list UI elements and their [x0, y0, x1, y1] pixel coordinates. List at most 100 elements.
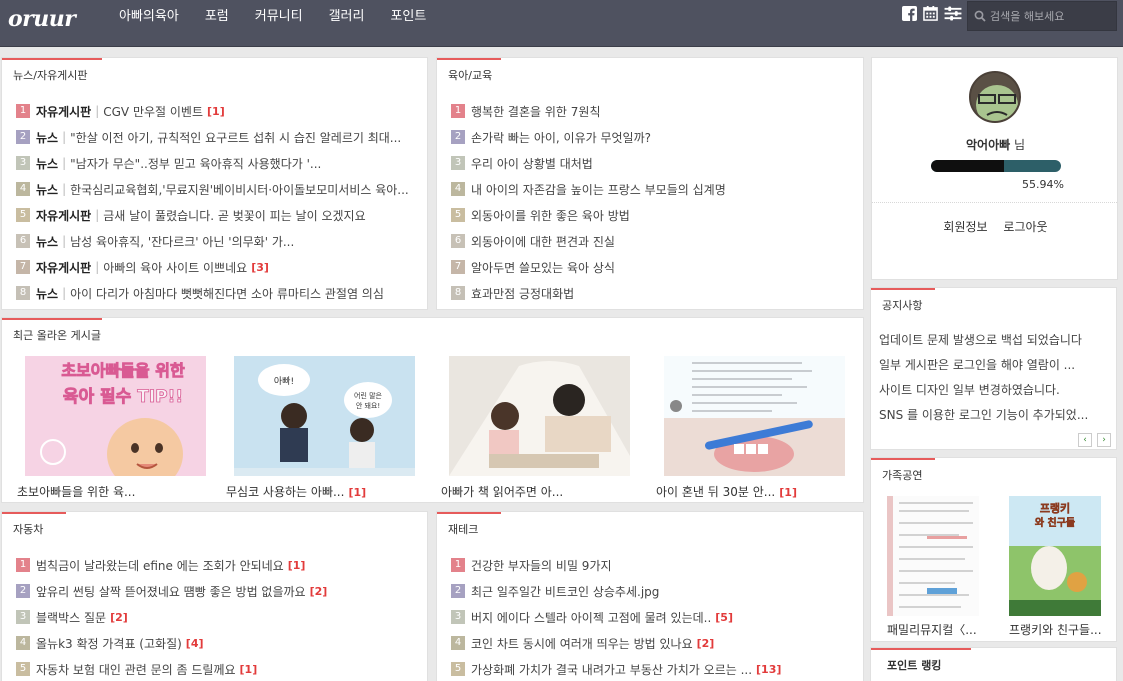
list-item[interactable]: SNS 를 이용한 로그인 기능이 추가되었...	[879, 403, 1108, 428]
rank-number: 2	[451, 130, 465, 144]
notice-next-button[interactable]: ›	[1097, 433, 1111, 447]
list-item[interactable]: 3 블랙박스 질문 [2]	[16, 604, 417, 630]
rank-number: 8	[16, 286, 30, 300]
list-item[interactable]: 2 손가락 빠는 아이, 이유가 무엇일까?	[451, 124, 853, 150]
post-title: 내 아이의 자존감을 높이는 프랑스 부모들의 십계명	[471, 182, 726, 197]
list-item[interactable]: 1 범칙금이 날라왔는데 efine 에는 조회가 안되네요 [1]	[16, 552, 417, 578]
rank-number: 2	[16, 584, 30, 598]
list-item[interactable]: 2 뉴스 | "한살 이전 아기, 규칙적인 요구르트 섭취 시 습진 알레르기 최대…	[16, 124, 417, 150]
member-info-link[interactable]: 회원정보	[943, 220, 987, 234]
nav-item-points[interactable]: 포인트	[377, 0, 439, 36]
list-item[interactable]: 5 가상화폐 가치가 결국 내려가고 부동산 가치가 오르는 ... [13]	[451, 656, 853, 681]
list-item[interactable]: 업데이트 문제 발생으로 백섭 되었습니다	[879, 328, 1108, 353]
panel-title: 가족공연	[871, 458, 935, 488]
list-item[interactable]: 6 외동아이에 대한 편견과 진실	[451, 228, 853, 254]
calendar-icon[interactable]	[923, 6, 938, 21]
list-item[interactable]: 5 자유게시판 | 금새 날이 풀렸습니다. 곧 벚꽃이 피는 날이 오겠지요	[16, 202, 417, 228]
list-item[interactable]: 1 자유게시판 | CGV 만우절 이벤트 [1]	[16, 98, 417, 124]
nav-item-community[interactable]: 커뮤니티	[242, 0, 316, 36]
post-title: 외동아이에 대한 편견과 진실	[471, 234, 615, 249]
post-title: 금새 날이 풀렸습니다. 곧 벚꽃이 피는 날이 오겠지요	[103, 208, 366, 223]
list-item[interactable]: 4 뉴스 | 한국심리교육협회,'무료지원'베이비시터·아이돌보모미서비스 육아...	[16, 176, 417, 202]
post-category: 뉴스	[36, 156, 59, 171]
list-item[interactable]: 3 버지 에이다 스텔라 아이젝 고점에 물려 있는데.. [5]	[451, 604, 853, 630]
list-item[interactable]: 1 행복한 결혼을 위한 7원칙	[451, 98, 853, 124]
parenting-list: 1 행복한 결혼을 위한 7원칙 2 손가락 빠는 아이, 이유가 무엇일까? 3우…	[451, 98, 853, 306]
panel-title: 육아/교육	[437, 58, 501, 88]
post-title: 건강한 부자들의 비밀 9가지	[471, 558, 612, 573]
list-item[interactable]: 2 앞유리 썬팅 살짝 뜯어졌네요 떔빵 좋은 방법 없을까요 [2]	[16, 578, 417, 604]
list-item[interactable]: 4 내 아이의 자존감을 높이는 프랑스 부모들의 십계명	[451, 176, 853, 202]
news-board-panel: 뉴스/자유게시판 1 자유게시판 | CGV 만우절 이벤트 [1] 2 뉴스 | "한살 이…	[1, 57, 428, 310]
nav-item-forum[interactable]: 포럼	[192, 0, 242, 36]
rank-number: 2	[451, 584, 465, 598]
list-item[interactable]: 4 코인 차트 동시에 여러개 띄우는 방법 있나요 [2]	[451, 630, 853, 656]
post-title: 한국심리교육협회,'무료지원'베이비시터·아이돌보모미서비스 육아...	[70, 182, 409, 197]
notice-prev-button[interactable]: ‹	[1078, 433, 1092, 447]
comment-count: [2]	[110, 610, 128, 624]
performance-title: 패밀리뮤지컬〈...	[887, 623, 977, 637]
point-ranking-panel: 포인트 랭킹	[870, 647, 1117, 681]
rank-number: 1	[451, 104, 465, 118]
gallery-caption: 아빠가 책 읽어주면 아...	[441, 483, 638, 500]
gallery-title: 아빠가 책 읽어주면 아...	[441, 485, 564, 499]
list-item[interactable]: 3 뉴스 | "남자가 무슨"..정부 믿고 육아휴직 사용했다가 '...	[16, 150, 417, 176]
comment-count: [4]	[185, 636, 204, 650]
search-input[interactable]	[990, 6, 1114, 26]
rank-number: 3	[451, 156, 465, 170]
list-item[interactable]: 7 자유게시판 | 아빠의 육아 사이트 이쁘네요 [3]	[16, 254, 417, 280]
list-item[interactable]: 2 최근 일주일간 비트코인 상승추세.jpg	[451, 578, 853, 604]
facebook-icon[interactable]	[902, 6, 917, 21]
rank-number: 7	[451, 260, 465, 274]
post-title: CGV 만우절 이벤트	[103, 104, 204, 119]
comment-count: [3]	[251, 260, 269, 274]
news-list: 1 자유게시판 | CGV 만우절 이벤트 [1] 2 뉴스 | "한살 이전 아기, 규칙적…	[16, 98, 417, 306]
list-item[interactable]: 4 올뉴k3 확정 가격표 (고화질) [4]	[16, 630, 417, 656]
list-item[interactable]: 3 우리 아이 상황별 대처법	[451, 150, 853, 176]
list-item[interactable]: 6 뉴스 | 남성 육아휴직, '잔다르크' 아닌 '의무화' 가...	[16, 228, 417, 254]
nickname-suffix: 님	[1010, 138, 1026, 152]
rank-number: 4	[16, 182, 30, 196]
post-title: 알아두면 쓸모있는 육아 상식	[471, 260, 615, 275]
rank-number: 5	[16, 662, 30, 676]
bubble-text-right-2: 안 돼요!	[356, 401, 380, 410]
gallery-caption: 초보아빠들을 위한 육...	[17, 483, 214, 500]
poster-title-2: 와 친구들	[1035, 516, 1075, 529]
separator: |	[62, 130, 67, 144]
post-title: 아이 다리가 아침마다 뻣뻣해진다면 소아 류마티스 관절염 의심	[70, 286, 384, 301]
separator: |	[62, 182, 67, 196]
level-progress-fill	[931, 160, 1004, 172]
bubble-text-left: 아빠!	[274, 376, 294, 387]
nav-item-parenting[interactable]: 아빠의육아	[106, 0, 192, 36]
user-nickname: 악어아빠 님	[872, 136, 1117, 153]
panel-title: 자동차	[2, 512, 66, 542]
list-item[interactable]: 5 외동아이를 위한 좋은 육아 방법	[451, 202, 853, 228]
post-category: 뉴스	[36, 182, 59, 197]
site-logo[interactable]: oruur	[8, 6, 76, 32]
comment-count: [5]	[715, 610, 733, 624]
list-item[interactable]: 8 효과만점 긍정대화법	[451, 280, 853, 306]
gallery-title: 무심코 사용하는 아빠...	[226, 485, 345, 499]
post-title: 블랙박스 질문	[36, 610, 107, 625]
divider	[872, 202, 1117, 203]
rank-number: 5	[451, 208, 465, 222]
list-item[interactable]: 일부 게시판은 로그인을 해야 열람이 ...	[879, 353, 1108, 378]
recent-posts-gallery: 최근 올라온 게시글 초보아빠들을 위한 육아 필수 TIP!! 초보아빠들을 …	[1, 317, 864, 503]
finance-list: 1 건강한 부자들의 비밀 9가지 2 최근 일주일간 비트코인 상승추세.jpg …	[451, 552, 853, 681]
list-item[interactable]: 8 뉴스 | 아이 다리가 아침마다 뻣뻣해진다면 소아 류마티스 관절염 의심	[16, 280, 417, 306]
list-item[interactable]: 7 알아두면 쓸모있는 육아 상식	[451, 254, 853, 280]
avatar[interactable]	[969, 71, 1021, 123]
rank-number: 1	[451, 558, 465, 572]
comment-count: [1]	[348, 486, 367, 499]
list-item[interactable]: 1 건강한 부자들의 비밀 9가지	[451, 552, 853, 578]
post-title: 올뉴k3 확정 가격표 (고화질)	[36, 636, 182, 651]
comment-count: [2]	[696, 636, 715, 650]
list-item[interactable]: 사이트 디자인 일부 변경하였습니다.	[879, 378, 1108, 403]
poster-title-1: 프랭키	[1040, 501, 1070, 515]
nav-item-gallery[interactable]: 갤러리	[316, 0, 378, 36]
logout-link[interactable]: 로그아웃	[1003, 220, 1047, 234]
menu-icon[interactable]	[944, 6, 962, 21]
performance-poster: 프랭키 와 친구들	[1009, 496, 1101, 616]
list-item[interactable]: 5 자동차 보험 대인 관련 문의 좀 드릴께요 [1]	[16, 656, 417, 681]
separator: |	[62, 156, 67, 170]
